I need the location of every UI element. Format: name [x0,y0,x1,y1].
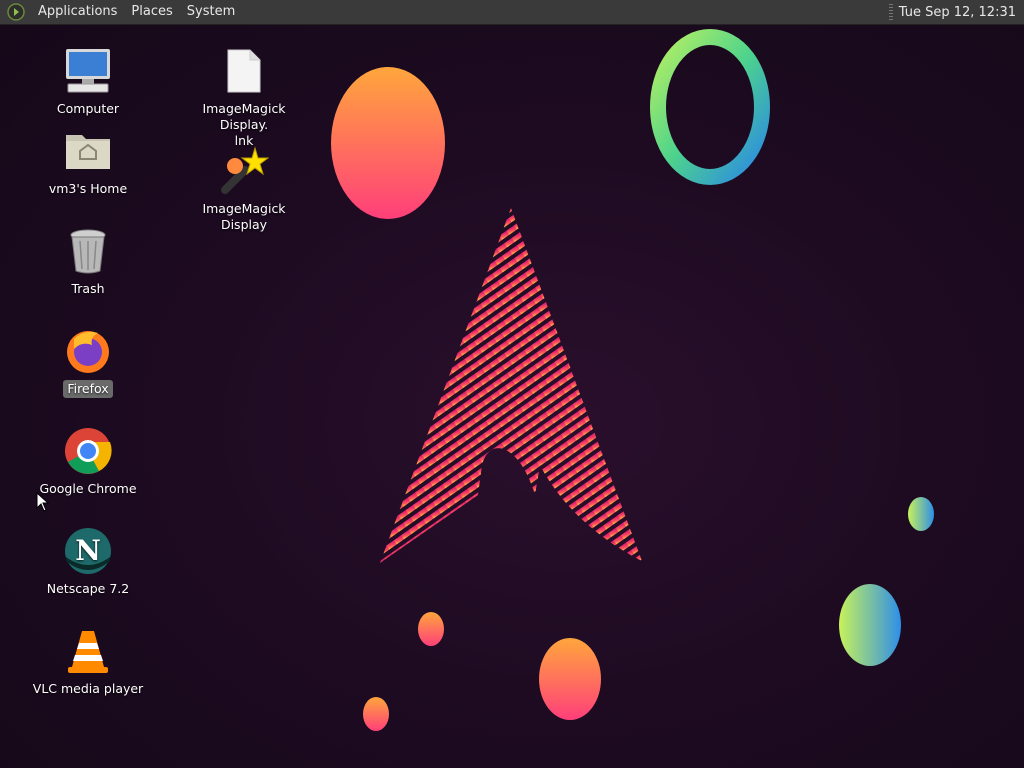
computer-icon [62,45,114,97]
top-panel: Applications Places System Tue Sep 12, 1… [0,0,1024,25]
desktop-icon-label: vm3's Home [48,181,128,196]
desktop-icon-label: VLC media player [32,681,144,696]
desktop-icon-label: Firefox [63,380,113,398]
menu-logo-icon[interactable] [7,3,25,21]
wallpaper-art [331,29,934,731]
trash-icon [62,225,114,277]
imagemagick-icon [218,145,270,197]
desktop-icon-computer[interactable]: Computer [28,45,148,118]
desktop-icon-label: Google Chrome [39,481,137,496]
desktop-icon-label: ImageMagick Display. lnk [202,101,286,148]
svg-text:N: N [75,534,101,567]
desktop-icon-home[interactable]: vm3's Home [28,125,148,198]
file-icon [218,45,270,97]
system-menu[interactable]: System [180,0,242,24]
desktop-icon-vlc[interactable]: VLC media player [28,625,148,698]
desktop-icon-trash[interactable]: Trash [28,225,148,298]
firefox-icon [62,325,114,377]
desktop-icon-imagemagick[interactable]: ImageMagick Display [184,145,304,234]
desktop-icon-label: ImageMagick Display [202,201,286,232]
chrome-icon [62,425,114,477]
desktop-icon-label: Computer [56,101,120,116]
places-menu[interactable]: Places [124,0,179,24]
netscape-icon: N [62,525,114,577]
panel-separator [888,4,893,20]
desktop-icon-netscape[interactable]: N Netscape 7.2 [28,525,148,598]
vlc-icon [62,625,114,677]
home-folder-icon [62,125,114,177]
desktop-icon-firefox[interactable]: Firefox [28,325,148,398]
applications-menu[interactable]: Applications [31,0,124,24]
clock[interactable]: Tue Sep 12, 12:31 [899,5,1024,20]
desktop-icon-imagemagick-lnk[interactable]: ImageMagick Display. lnk [184,45,304,150]
mouse-cursor-icon [36,492,50,512]
desktop-icon-chrome[interactable]: Google Chrome [28,425,148,498]
desktop-icon-label: Netscape 7.2 [46,581,130,596]
desktop-icon-label: Trash [71,281,105,296]
